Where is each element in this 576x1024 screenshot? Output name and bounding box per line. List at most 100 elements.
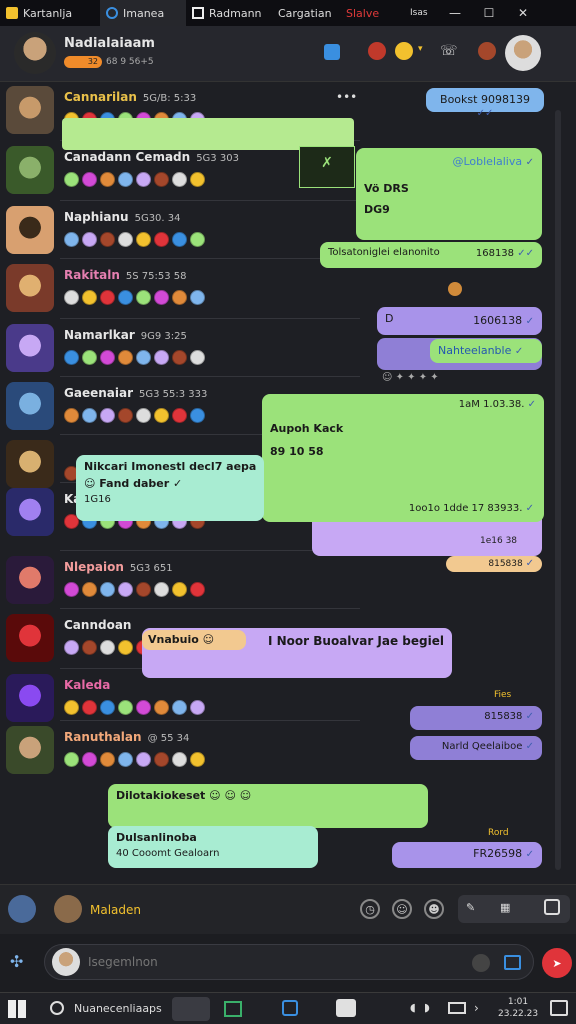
minimize-button[interactable]: — <box>438 0 472 26</box>
tab-1[interactable]: Imanea <box>100 0 186 26</box>
emoji-icon <box>118 172 133 187</box>
emoji-row <box>64 232 205 247</box>
emoji-icon <box>82 232 97 247</box>
message-bubble[interactable]: Bookst 9098139 ✓✓ <box>426 88 544 119</box>
profile-avatar[interactable] <box>505 35 541 71</box>
windows-icon[interactable] <box>8 1000 26 1018</box>
message-bubble[interactable]: @Loblelaliva ✓ Vö DRS DG9 <box>356 148 542 240</box>
tab-2[interactable]: Radmann <box>186 0 272 26</box>
search-icon <box>106 7 118 19</box>
emoji-icon <box>82 752 97 767</box>
message-bubble[interactable]: 815838 ✓ <box>446 556 542 572</box>
message-text: Vnabuio <box>148 633 199 646</box>
wifi-icon[interactable]: ◖ <box>410 1001 416 1014</box>
emoji-icon <box>82 408 97 423</box>
taskbar-app-icon[interactable] <box>336 999 356 1017</box>
attach-icon[interactable]: ✣ <box>10 952 23 971</box>
message-bubble[interactable]: 815838 ✓ <box>410 706 542 730</box>
emoji-icon <box>136 408 151 423</box>
taskbar-app-icon[interactable] <box>172 997 210 1021</box>
message-bubble[interactable]: Narld Qeelaiboe ✓ <box>410 736 542 760</box>
message-bubble[interactable]: D 1606138 ✓ <box>377 307 542 335</box>
emoji-icon <box>154 700 169 715</box>
taskbar-app-label[interactable]: Nuanecenliaaps <box>74 1002 162 1015</box>
sticker-icon[interactable]: ☺ <box>392 899 412 919</box>
clock-icon[interactable]: ◷ <box>360 899 380 919</box>
emoji-icon <box>118 350 133 365</box>
search-icon[interactable] <box>50 1001 64 1015</box>
maximize-button[interactable]: ☐ <box>472 0 506 26</box>
message-bubble[interactable]: 1aM 1.03.38. ✓ Aupoh Kack 89 10 58 1oo1o… <box>262 394 544 522</box>
message-bubble[interactable]: Vnabuio ☺ <box>142 630 246 650</box>
calendar-icon[interactable] <box>504 955 521 970</box>
message-bubble[interactable]: Dulsanlinoba 40 Cooomt Gealoarn <box>108 826 318 868</box>
more-icon[interactable]: ••• <box>336 90 357 104</box>
emoji-icon <box>64 582 79 597</box>
taskbar-app-icon[interactable] <box>282 1000 298 1016</box>
message-bubble[interactable]: Tolsatoniglei elanonito 168138 ✓✓ <box>320 242 542 268</box>
title-bar: Kartanlja Imanea Radmann Cargatian Slalv… <box>0 0 576 26</box>
chat-name-text: Ranuthalan <box>64 730 142 744</box>
clock[interactable]: 1:01 23.22.23 <box>498 996 538 1020</box>
volume-icon[interactable]: ◗ <box>424 1001 430 1014</box>
avatar <box>6 556 54 604</box>
chat-list-item[interactable]: Ranuthalan @ 55 34 <box>0 722 360 780</box>
message-time: 1oo1o 1dde 17 83933. <box>408 503 523 514</box>
grid-icon[interactable]: ▦ <box>500 901 510 914</box>
message-label: Fies <box>494 690 512 700</box>
avatar <box>6 674 54 722</box>
emoji-icon <box>172 700 187 715</box>
send-button[interactable]: ➤ <box>542 948 572 978</box>
message-bubble[interactable]: Nahteelanble ✓ <box>430 339 542 363</box>
message-input[interactable] <box>88 952 388 972</box>
message-text: I Noor Buoalvar Jae begiel <box>268 634 444 648</box>
image-icon[interactable] <box>544 899 560 915</box>
emoji-icon <box>136 232 151 247</box>
tab-4[interactable]: Slalve <box>340 0 410 26</box>
battery-icon[interactable] <box>448 1002 466 1014</box>
clock-time: 1:01 <box>507 997 529 1007</box>
chat-list-item[interactable]: Naphianu 5G30. 34 <box>0 202 360 260</box>
message-text: Bookst 9098139 <box>440 93 530 106</box>
call-icon[interactable]: ☏ <box>440 43 458 59</box>
message-bubble[interactable]: FR26598 ✓ <box>392 842 542 868</box>
emoji-icon[interactable] <box>395 42 413 60</box>
emoji-row <box>64 752 205 767</box>
emoji-icon <box>154 290 169 305</box>
media-icon[interactable] <box>478 42 496 60</box>
notification-icon[interactable] <box>550 1000 568 1016</box>
edit-icon[interactable]: ✎ <box>466 901 475 914</box>
tab-0[interactable]: Kartanlja <box>0 0 100 26</box>
emoji-icon <box>100 350 115 365</box>
close-button[interactable]: ✕ <box>506 0 540 26</box>
emoji-icon[interactable]: ☻ <box>424 899 444 919</box>
emoji-row <box>64 700 205 715</box>
emoji-icon <box>190 752 205 767</box>
tab-5[interactable]: Isas <box>410 0 438 26</box>
emoji-icon <box>154 232 169 247</box>
chat-list-item[interactable]: Nlepaion 5G3 651 <box>0 552 360 610</box>
chat-time: 5G3 303 <box>196 153 239 164</box>
chat-time: 5G/B: 5:33 <box>142 93 197 104</box>
chat-name-text: Namarlkar <box>64 328 135 342</box>
chevron-right-icon[interactable]: › <box>474 1001 479 1015</box>
record-icon[interactable] <box>472 954 490 972</box>
chat-list-item[interactable]: Namarlkar 9G9 3:25 <box>0 320 360 378</box>
chevron-down-icon[interactable]: ▾ <box>418 44 423 54</box>
contact-avatar-icon[interactable] <box>368 42 386 60</box>
emoji-icon <box>136 700 151 715</box>
emoji-icon <box>100 408 115 423</box>
taskbar-app-icon[interactable] <box>224 1001 242 1017</box>
emoji-icon <box>172 290 187 305</box>
window-icon <box>192 7 204 19</box>
avatar[interactable] <box>14 32 56 74</box>
emoji-row <box>64 290 205 305</box>
chat-list-item[interactable]: Rakitaln 5S 75:53 58 <box>0 260 360 318</box>
share-icon[interactable] <box>324 44 340 60</box>
message-bubble[interactable]: Nikcari Imonestl decl7 aepanic ☺ Fand da… <box>76 455 264 521</box>
scrollbar[interactable] <box>555 110 561 870</box>
tab-3[interactable]: Cargatian <box>272 0 340 26</box>
message-bubble[interactable]: Dilotakiokeset ☺ ☺ ☺ <box>108 784 428 828</box>
emoji-icon <box>136 290 151 305</box>
emoji-icon <box>64 290 79 305</box>
